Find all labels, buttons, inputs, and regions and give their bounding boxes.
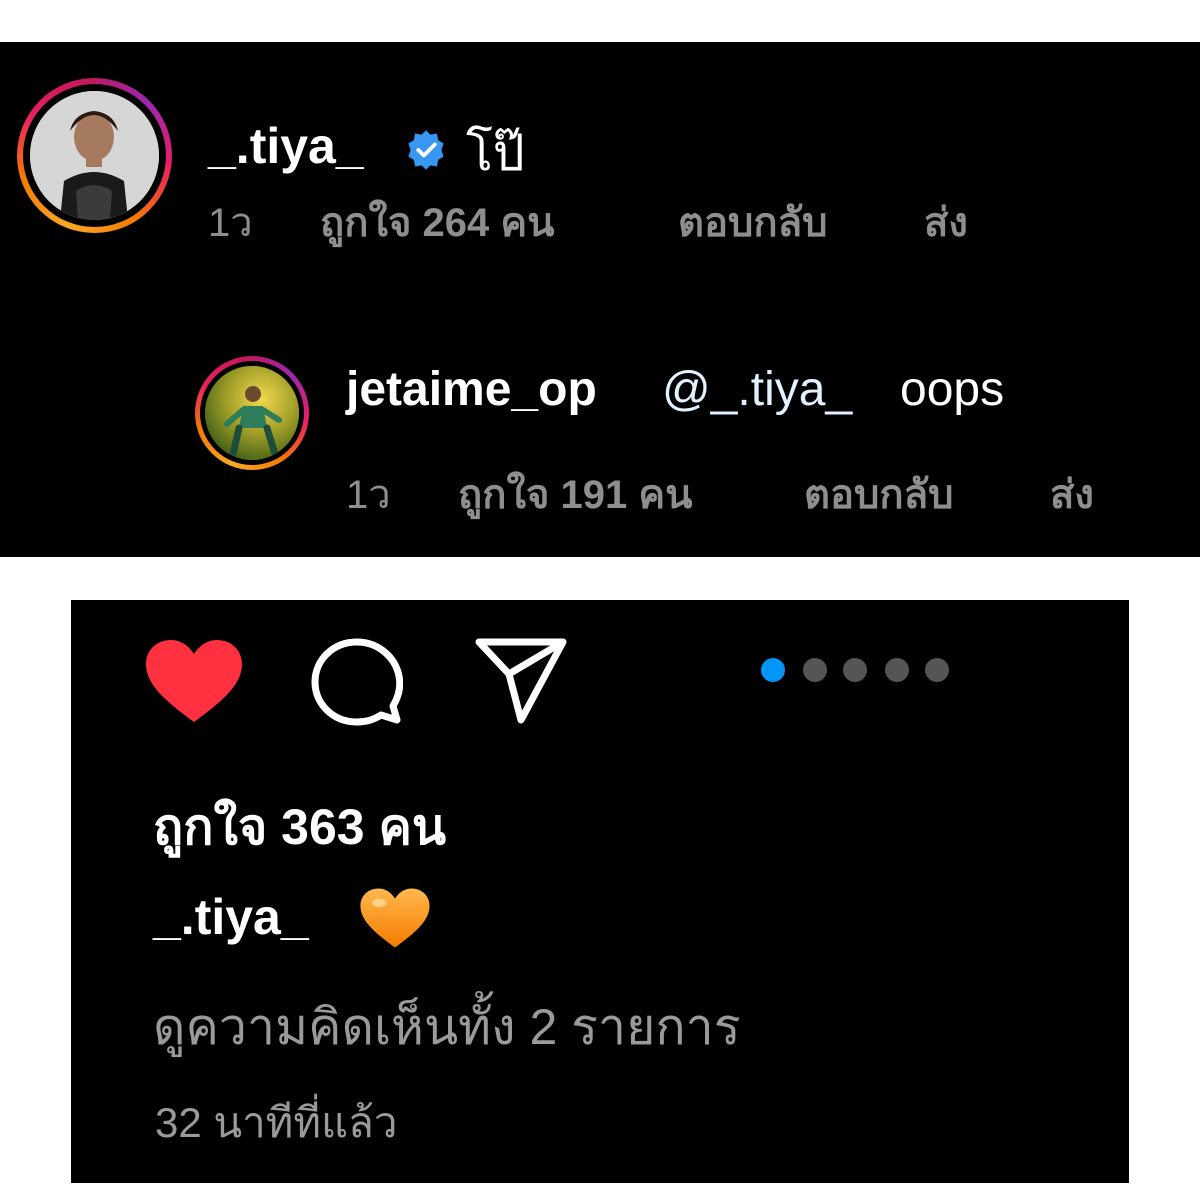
orange-heart-emoji [360, 888, 430, 948]
comment-2-mention[interactable]: @_.tiya_ [662, 362, 852, 417]
post-timestamp: 32 นาทีที่แล้ว [155, 1099, 398, 1146]
comment-1-reply-button[interactable]: ตอบกลับ [678, 190, 828, 254]
comments-panel: _.tiya_ โป๊ 1ว ถูกใจ 264 คน ตอบกลับ ส่ง [0, 42, 1200, 557]
avatar-jetaime[interactable] [195, 356, 309, 470]
carousel-dot-4 [885, 658, 909, 682]
comment-2-send-button[interactable]: ส่ง [1050, 462, 1094, 526]
comment-1-time: 1ว [208, 201, 253, 245]
comment-1-likes[interactable]: ถูกใจ 264 คน [320, 190, 554, 254]
comment-2-username[interactable]: jetaime_op [346, 362, 597, 417]
verified-badge-icon [408, 130, 444, 170]
share-icon[interactable] [475, 638, 567, 724]
heart-icon[interactable] [144, 638, 244, 724]
comment-1-text: โป๊ [466, 125, 525, 181]
view-all-comments-link[interactable]: ดูความคิดเห็นทั้ง 2 รายการ [153, 988, 741, 1067]
carousel-dot-1 [761, 658, 785, 682]
post-like-count[interactable]: ถูกใจ 363 คน [153, 788, 446, 867]
avatar-photo [205, 366, 299, 460]
comment-2-text: oops [900, 363, 1005, 416]
carousel-dot-3 [843, 658, 867, 682]
comment-2-likes[interactable]: ถูกใจ 191 คน [458, 462, 692, 526]
carousel-dot-2 [803, 658, 827, 682]
comment-2-time: 1ว [346, 473, 391, 517]
caption-username[interactable]: _.tiya_ [153, 888, 309, 946]
comment-icon[interactable] [311, 636, 403, 728]
comment-1-send-button[interactable]: ส่ง [924, 190, 968, 254]
avatar-tiya[interactable] [17, 78, 172, 233]
avatar-photo [30, 91, 159, 220]
carousel-dot-5 [925, 658, 949, 682]
comment-1-username[interactable]: _.tiya_ [208, 117, 364, 175]
post-panel: ถูกใจ 363 คน _.tiya_ ดูความคิดเห็นทั้ง 2… [71, 600, 1129, 1183]
comment-2-reply-button[interactable]: ตอบกลับ [804, 462, 954, 526]
